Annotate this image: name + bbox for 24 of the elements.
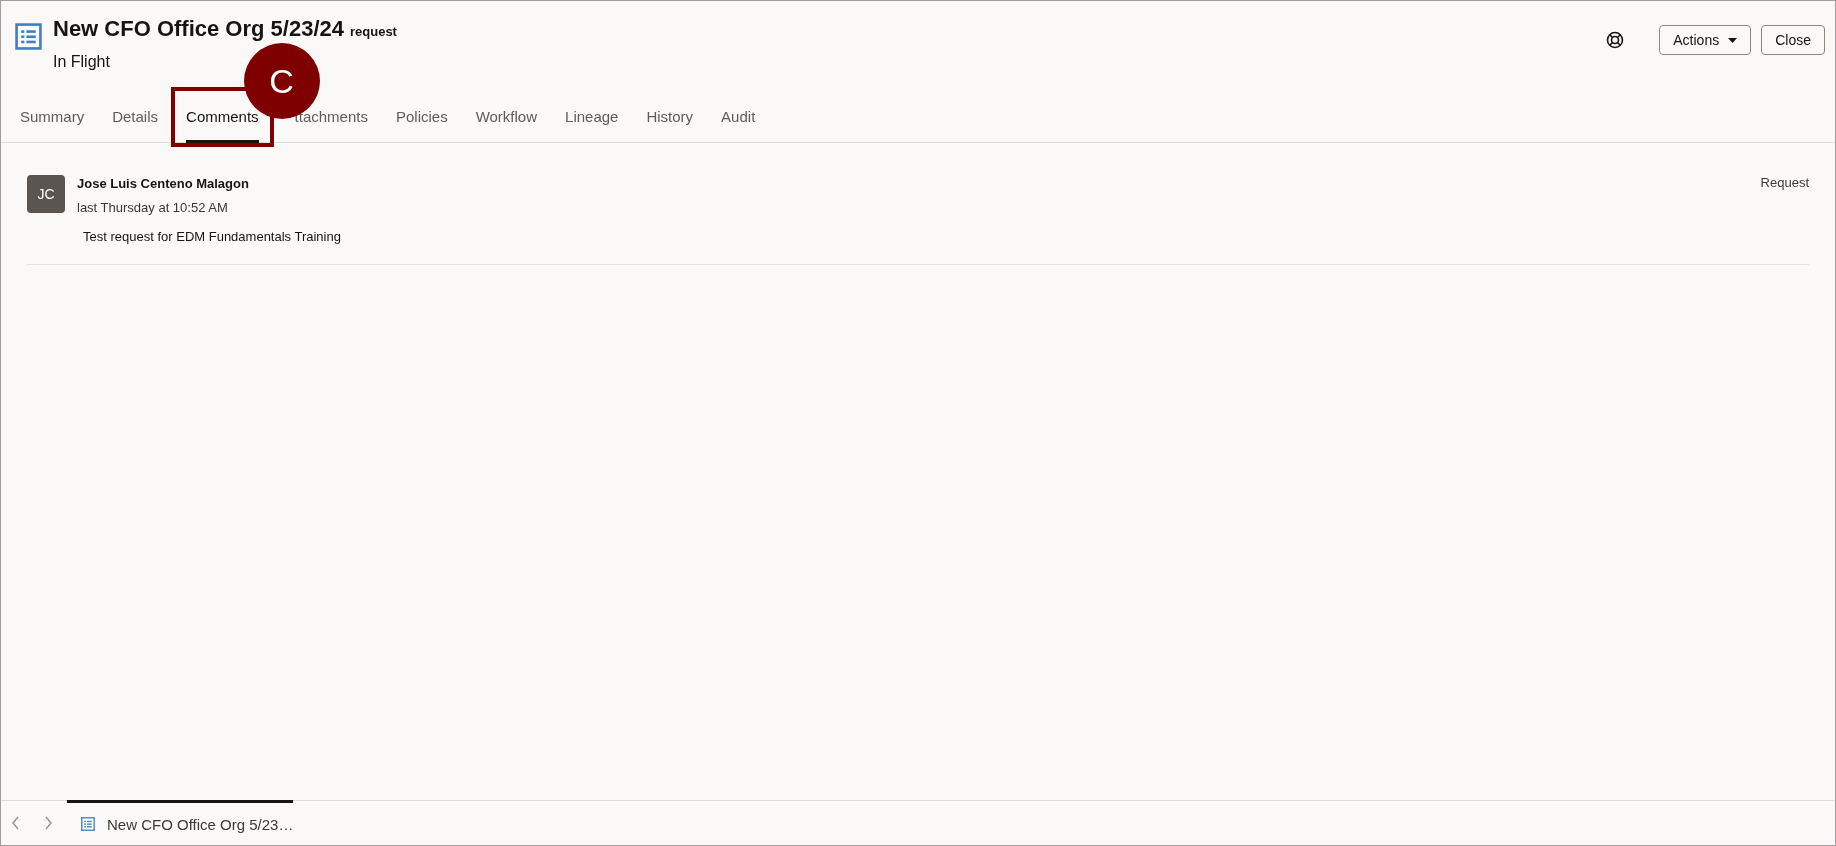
tab[interactable]: History (646, 91, 694, 142)
back-icon[interactable] (10, 816, 22, 830)
object-type: request (350, 24, 397, 39)
tab[interactable]: Lineage (565, 91, 619, 142)
actions-menu-button[interactable]: Actions (1659, 25, 1752, 55)
tab[interactable]: Summary (20, 91, 85, 142)
page-title: New CFO Office Org 5/23/24 (53, 15, 344, 43)
request-icon (15, 23, 42, 50)
tab[interactable]: Policies (395, 91, 448, 142)
forward-icon[interactable] (42, 816, 54, 830)
avatar: JC (27, 175, 65, 213)
open-item-tab[interactable]: New CFO Office Org 5/23… (67, 800, 293, 845)
comment-time: last Thursday at 10:52 AM (77, 200, 229, 215)
tab[interactable]: Details (112, 91, 159, 142)
caret-icon (1728, 37, 1738, 43)
status-text: In Flight (53, 53, 111, 71)
close-button[interactable]: Close (1761, 25, 1825, 55)
tab[interactable]: Workflow (475, 91, 538, 142)
tab[interactable]: Audit (721, 91, 756, 142)
comment-text: Test request for EDM Fundamentals Training (83, 229, 342, 244)
comment-category: Request (1760, 175, 1809, 192)
lifebuoy-icon[interactable] (1606, 31, 1625, 49)
request-icon (81, 817, 95, 831)
comment-author: Jose Luis Centeno Malagon (77, 176, 250, 191)
